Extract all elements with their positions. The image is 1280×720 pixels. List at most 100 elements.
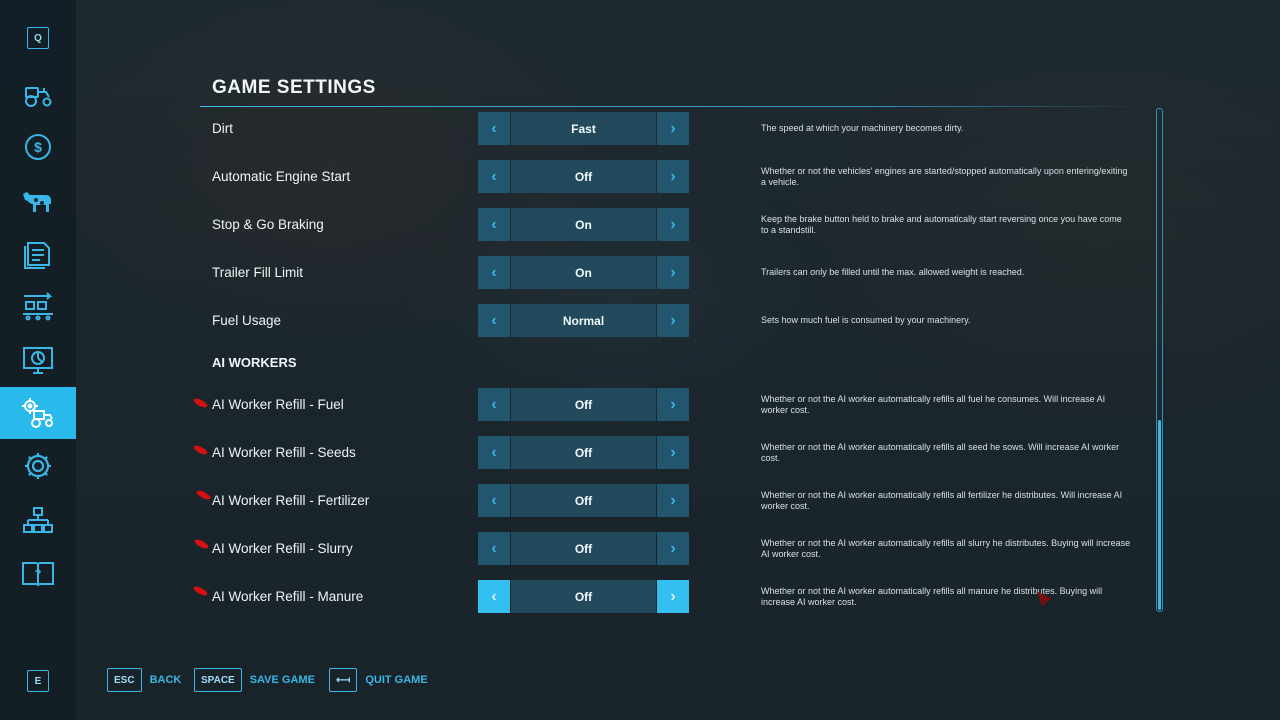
sidebar-item-general-settings[interactable] [0, 440, 76, 492]
sidebar-item-statistics[interactable] [0, 334, 76, 386]
next-option-button[interactable]: › [657, 256, 689, 289]
option-selector: ‹ On › [478, 256, 689, 289]
chevron-left-icon: ‹ [491, 311, 497, 329]
option-value: Off [511, 484, 656, 517]
chevron-left-icon: ‹ [491, 395, 497, 413]
prev-option-button[interactable]: ‹ [478, 256, 510, 289]
chevron-right-icon: › [670, 215, 676, 233]
option-value: Normal [511, 304, 656, 337]
prev-option-button[interactable]: ‹ [478, 436, 510, 469]
setting-label: Stop & Go Braking [212, 217, 324, 232]
next-option-button[interactable]: › [657, 304, 689, 337]
next-option-button[interactable]: › [657, 532, 689, 565]
setting-label: AI Worker Refill - Manure [212, 589, 364, 604]
setting-label: AI Worker Refill - Slurry [212, 541, 353, 556]
contracts-icon [24, 242, 50, 269]
svg-text:?: ? [35, 568, 42, 580]
chevron-right-icon: › [670, 491, 676, 509]
option-value: Off [511, 532, 656, 565]
next-option-button[interactable]: › [657, 208, 689, 241]
chevron-right-icon: › [670, 311, 676, 329]
sidebar-item-contracts[interactable] [0, 228, 76, 280]
sidebar: Q $ ? E [0, 0, 76, 720]
dollar-icon: $ [25, 134, 51, 160]
option-selector: ‹ Fast › [478, 112, 689, 145]
next-option-button[interactable]: › [657, 484, 689, 517]
quit-game-label: QUIT GAME [365, 674, 428, 686]
option-selector: ‹ Off › [478, 484, 689, 517]
chevron-left-icon: ‹ [491, 539, 497, 557]
setting-row-ai-refill-seeds: AI Worker Refill - Seeds ‹ Off › Whether… [200, 436, 1140, 470]
cow-icon [23, 192, 51, 212]
help-book-icon: ? [22, 562, 54, 587]
option-value: Fast [511, 112, 656, 145]
save-game-button[interactable]: SPACE SAVE GAME [194, 668, 315, 692]
option-selector: ‹ Off › [478, 388, 689, 421]
chevron-right-icon: › [670, 539, 676, 557]
setting-description: Whether or not the AI worker automatical… [761, 394, 1106, 415]
setting-row-trailer-fill-limit: Trailer Fill Limit ‹ On › Trailers can o… [200, 256, 1140, 290]
sidebar-item-production[interactable] [0, 280, 76, 332]
statistics-icon [23, 347, 53, 374]
prev-option-button[interactable]: ‹ [478, 580, 510, 613]
menu-prev-key[interactable]: Q [27, 27, 49, 49]
setting-description: Sets how much fuel is consumed by your m… [761, 315, 971, 326]
next-option-button[interactable]: › [657, 580, 689, 613]
option-value: Off [511, 160, 656, 193]
prev-option-button[interactable]: ‹ [478, 208, 510, 241]
gear-icon [25, 453, 51, 479]
setting-description: Whether or not the vehicles' engines are… [761, 166, 1128, 187]
option-selector: ‹ Off › [478, 160, 689, 193]
option-selector: ‹ On › [478, 208, 689, 241]
prev-option-button[interactable]: ‹ [478, 532, 510, 565]
chevron-right-icon: › [670, 167, 676, 185]
option-selector: ‹ Off › [478, 532, 689, 565]
chevron-right-icon: › [670, 443, 676, 461]
sidebar-item-vehicles[interactable] [0, 69, 76, 121]
prev-option-button[interactable]: ‹ [478, 388, 510, 421]
sidebar-item-help[interactable]: ? [0, 547, 76, 599]
scrollbar-thumb[interactable] [1158, 420, 1161, 610]
back-label: BACK [149, 674, 182, 686]
production-icon [23, 292, 53, 321]
option-value: Off [511, 388, 656, 421]
sidebar-item-hierarchy[interactable] [0, 494, 76, 546]
setting-row-stop-go-braking: Stop & Go Braking ‹ On › Keep the brake … [200, 208, 1140, 242]
sidebar-item-animals[interactable] [0, 174, 76, 226]
setting-row-ai-refill-manure: AI Worker Refill - Manure ‹ Off › Whethe… [200, 580, 1140, 614]
setting-row-ai-refill-fuel: AI Worker Refill - Fuel ‹ Off › Whether … [200, 388, 1140, 422]
sidebar-item-game-settings[interactable] [0, 387, 76, 439]
prev-option-button[interactable]: ‹ [478, 304, 510, 337]
setting-row-ai-refill-slurry: AI Worker Refill - Slurry ‹ Off › Whethe… [200, 532, 1140, 566]
chevron-right-icon: › [670, 119, 676, 137]
next-option-button[interactable]: › [657, 112, 689, 145]
prev-option-button[interactable]: ‹ [478, 112, 510, 145]
setting-label: AI Worker Refill - Fertilizer [212, 493, 370, 508]
setting-label: Trailer Fill Limit [212, 265, 303, 280]
setting-description: Keep the brake button held to brake and … [761, 214, 1122, 235]
option-selector: ‹ Off › [478, 436, 689, 469]
back-button[interactable]: ESC BACK [107, 668, 181, 692]
title-divider [200, 106, 1150, 107]
sidebar-item-finances[interactable]: $ [0, 121, 76, 173]
chevron-left-icon: ‹ [491, 215, 497, 233]
prev-option-button[interactable]: ‹ [478, 484, 510, 517]
chevron-right-icon: › [670, 263, 676, 281]
chevron-right-icon: › [670, 587, 676, 605]
chevron-left-icon: ‹ [491, 491, 497, 509]
chevron-right-icon: › [670, 395, 676, 413]
setting-row-fuel-usage: Fuel Usage ‹ Normal › Sets how much fuel… [200, 304, 1140, 338]
next-option-button[interactable]: › [657, 388, 689, 421]
option-value: Off [511, 580, 656, 613]
setting-row-automatic-engine-start: Automatic Engine Start ‹ Off › Whether o… [200, 160, 1140, 194]
quit-game-button[interactable]: ⟻ QUIT GAME [329, 668, 428, 692]
menu-next-key[interactable]: E [27, 670, 49, 692]
setting-row-ai-refill-fertilizer: AI Worker Refill - Fertilizer ‹ Off › Wh… [200, 484, 1140, 518]
next-option-button[interactable]: › [657, 160, 689, 193]
next-option-button[interactable]: › [657, 436, 689, 469]
prev-option-button[interactable]: ‹ [478, 160, 510, 193]
chevron-left-icon: ‹ [491, 119, 497, 137]
option-value: On [511, 208, 656, 241]
setting-label: AI Worker Refill - Fuel [212, 397, 344, 412]
backspace-key-icon: ⟻ [329, 668, 358, 692]
